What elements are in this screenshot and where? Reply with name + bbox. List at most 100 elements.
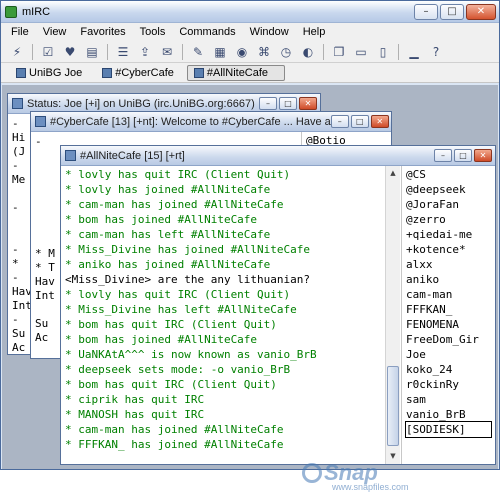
channel-message: <Miss_Divine> are the any lithuanian?	[65, 273, 311, 286]
menu-commands[interactable]: Commands	[173, 26, 243, 38]
minimize-all-icon[interactable]: ▁	[404, 43, 424, 61]
channel-message: * lovly has joined #AllNiteCafe	[65, 183, 271, 196]
maximize-button[interactable]: □	[454, 149, 472, 162]
toolbar-separator	[398, 43, 399, 60]
allnitecafe-window-titlebar[interactable]: #AllNiteCafe [15] [+rt] – □ ✕	[61, 146, 495, 166]
url-catcher-icon[interactable]: ⌘	[254, 43, 274, 61]
timer-icon[interactable]: ◷	[276, 43, 296, 61]
close-button[interactable]: ✕	[370, 115, 389, 128]
maximize-button[interactable]: □	[279, 97, 297, 110]
dcc-chat-icon[interactable]: ✉	[157, 43, 177, 61]
channel-message: * deepseek sets mode: -o vanio_BrB	[65, 363, 291, 376]
cascade-icon[interactable]: ❐	[329, 43, 349, 61]
allnitecafe-window-title: #AllNiteCafe [15] [+rt]	[80, 149, 185, 162]
switchbar-tab-allnitecafe[interactable]: #AllNiteCafe	[186, 64, 285, 81]
menu-file[interactable]: File	[5, 26, 37, 38]
favorites-icon[interactable]: ♥	[60, 43, 80, 61]
menu-help[interactable]: Help	[297, 26, 334, 38]
nick-item[interactable]: @zerro	[406, 212, 491, 227]
channel-message: * MANOSH has quit IRC	[65, 408, 205, 421]
nick-item[interactable]: alxx	[406, 257, 491, 272]
nick-item[interactable]: cam-man	[406, 287, 491, 302]
switchbar-tab-label: #AllNiteCafe	[206, 66, 269, 79]
menu-favorites[interactable]: Favorites	[74, 26, 133, 38]
nick-item[interactable]: r0ckinRy	[406, 377, 491, 392]
dcc-send-icon[interactable]: ⇪	[135, 43, 155, 61]
channel-message: * lovly has quit IRC (Client Quit)	[65, 168, 291, 181]
toolbar-separator	[323, 43, 324, 60]
nick-item[interactable]: [SODIESK]	[405, 421, 492, 438]
watermark-url: www.snapfiles.com	[332, 482, 409, 492]
close-button[interactable]: ✕	[299, 97, 317, 110]
channel-nicklist[interactable]: @CS @deepseek @JoraFan @zerro +qiedai-me +kot…	[401, 166, 495, 464]
channel-message: * bom has joined #AllNiteCafe	[65, 333, 258, 346]
connect-icon[interactable]: ⚡	[7, 43, 27, 61]
maximize-button[interactable]: □	[350, 115, 369, 128]
channel-message: * bom has quit IRC (Client Quit)	[65, 378, 277, 391]
channel-message: * lovly has quit IRC (Client Quit)	[65, 288, 291, 301]
log-icon[interactable]: ▦	[210, 43, 230, 61]
minimize-button[interactable]: –	[259, 97, 277, 110]
channel-message-area[interactable]: * lovly has quit IRC (Client Quit) * lovl…	[61, 166, 385, 464]
colors-icon[interactable]: ◐	[298, 43, 318, 61]
minimize-button[interactable]: –	[414, 3, 438, 20]
switchbar: UniBG Joe #CyberCafe #AllNiteCafe	[1, 63, 499, 83]
nick-item[interactable]: FFFKAN_	[406, 302, 491, 317]
channel-scrollbar[interactable]: ▲ ▼	[385, 166, 400, 464]
notify-icon[interactable]: ◉	[232, 43, 252, 61]
switchbar-tab-label: UniBG Joe	[29, 66, 83, 79]
nick-item[interactable]: vanio_BrB	[406, 407, 491, 422]
menu-view[interactable]: View	[37, 26, 75, 38]
nick-item[interactable]: +kotence*	[406, 242, 491, 257]
channel-message: * cam-man has joined #AllNiteCafe	[65, 423, 284, 436]
status-icon	[12, 98, 23, 109]
channel-message: * cam-man has left #AllNiteCafe	[65, 228, 271, 241]
nick-item[interactable]: @deepseek	[406, 182, 491, 197]
main-title: mIRC	[22, 5, 51, 18]
menu-tools[interactable]: Tools	[134, 26, 174, 38]
channel-list-icon[interactable]: ▤	[82, 43, 102, 61]
scroll-up-icon[interactable]: ▲	[386, 166, 400, 181]
menubar: File View Favorites Tools Commands Windo…	[1, 23, 499, 41]
switchbar-tab-cybercafe[interactable]: #CyberCafe	[95, 65, 181, 81]
nick-item[interactable]: sam	[406, 392, 491, 407]
cybercafe-window-title: #CyberCafe [13] [+nt]: Welcome to #Cyber…	[50, 115, 331, 128]
channel-message: * UaNKAtA^^^ is now known as vanio_BrB	[65, 348, 317, 361]
scroll-down-icon[interactable]: ▼	[386, 449, 400, 464]
toolbar-separator	[107, 43, 108, 60]
toolbar-separator	[32, 43, 33, 60]
channel-icon	[35, 116, 46, 127]
scripts-editor-icon[interactable]: ✎	[188, 43, 208, 61]
tile-vertical-icon[interactable]: ▯	[373, 43, 393, 61]
toolbar: ⚡ ☑ ♥ ▤ ☰ ⇪ ✉ ✎ ▦ ◉ ⌘ ◷ ◐ ❐ ▭ ▯ ▁ ?	[1, 41, 499, 63]
options-icon[interactable]: ☑	[38, 43, 58, 61]
status-window-title: Status: Joe [+i] on UniBG (irc.UniBG.org…	[27, 97, 255, 110]
snapfiles-logo-icon	[302, 463, 322, 483]
cybercafe-window-titlebar[interactable]: #CyberCafe [13] [+nt]: Welcome to #Cyber…	[31, 112, 391, 132]
mdi-workspace: Status: Joe [+i] on UniBG (irc.UniBG.org…	[2, 85, 498, 492]
maximize-button[interactable]: □	[440, 3, 464, 20]
scroll-thumb[interactable]	[387, 366, 399, 446]
close-button[interactable]: ✕	[466, 3, 496, 20]
nick-item[interactable]: +qiedai-me	[406, 227, 491, 242]
mirc-app-icon[interactable]	[5, 5, 17, 18]
menu-window[interactable]: Window	[244, 26, 297, 38]
minimize-button[interactable]: –	[330, 115, 349, 128]
main-titlebar[interactable]: mIRC – □ ✕	[1, 1, 499, 23]
minimize-button[interactable]: –	[434, 149, 452, 162]
address-book-icon[interactable]: ☰	[113, 43, 133, 61]
allnitecafe-window: #AllNiteCafe [15] [+rt] – □ ✕ * lovly ha…	[60, 145, 496, 465]
nick-item[interactable]: @JoraFan	[406, 197, 491, 212]
nick-item[interactable]: aniko	[406, 272, 491, 287]
nick-item[interactable]: koko_24	[406, 362, 491, 377]
tile-horizontal-icon[interactable]: ▭	[351, 43, 371, 61]
channel-icon	[193, 67, 204, 78]
mirc-main-window: mIRC – □ ✕ File View Favorites Tools Com…	[0, 0, 500, 492]
switchbar-tab-status[interactable]: UniBG Joe	[9, 65, 89, 81]
nick-item[interactable]: Joe	[406, 347, 491, 362]
close-button[interactable]: ✕	[474, 149, 492, 162]
nick-item[interactable]: FENOMENA	[406, 317, 491, 332]
about-icon[interactable]: ?	[426, 43, 446, 61]
nick-item[interactable]: @CS	[406, 167, 491, 182]
nick-item[interactable]: FreeDom_Gir	[406, 332, 491, 347]
